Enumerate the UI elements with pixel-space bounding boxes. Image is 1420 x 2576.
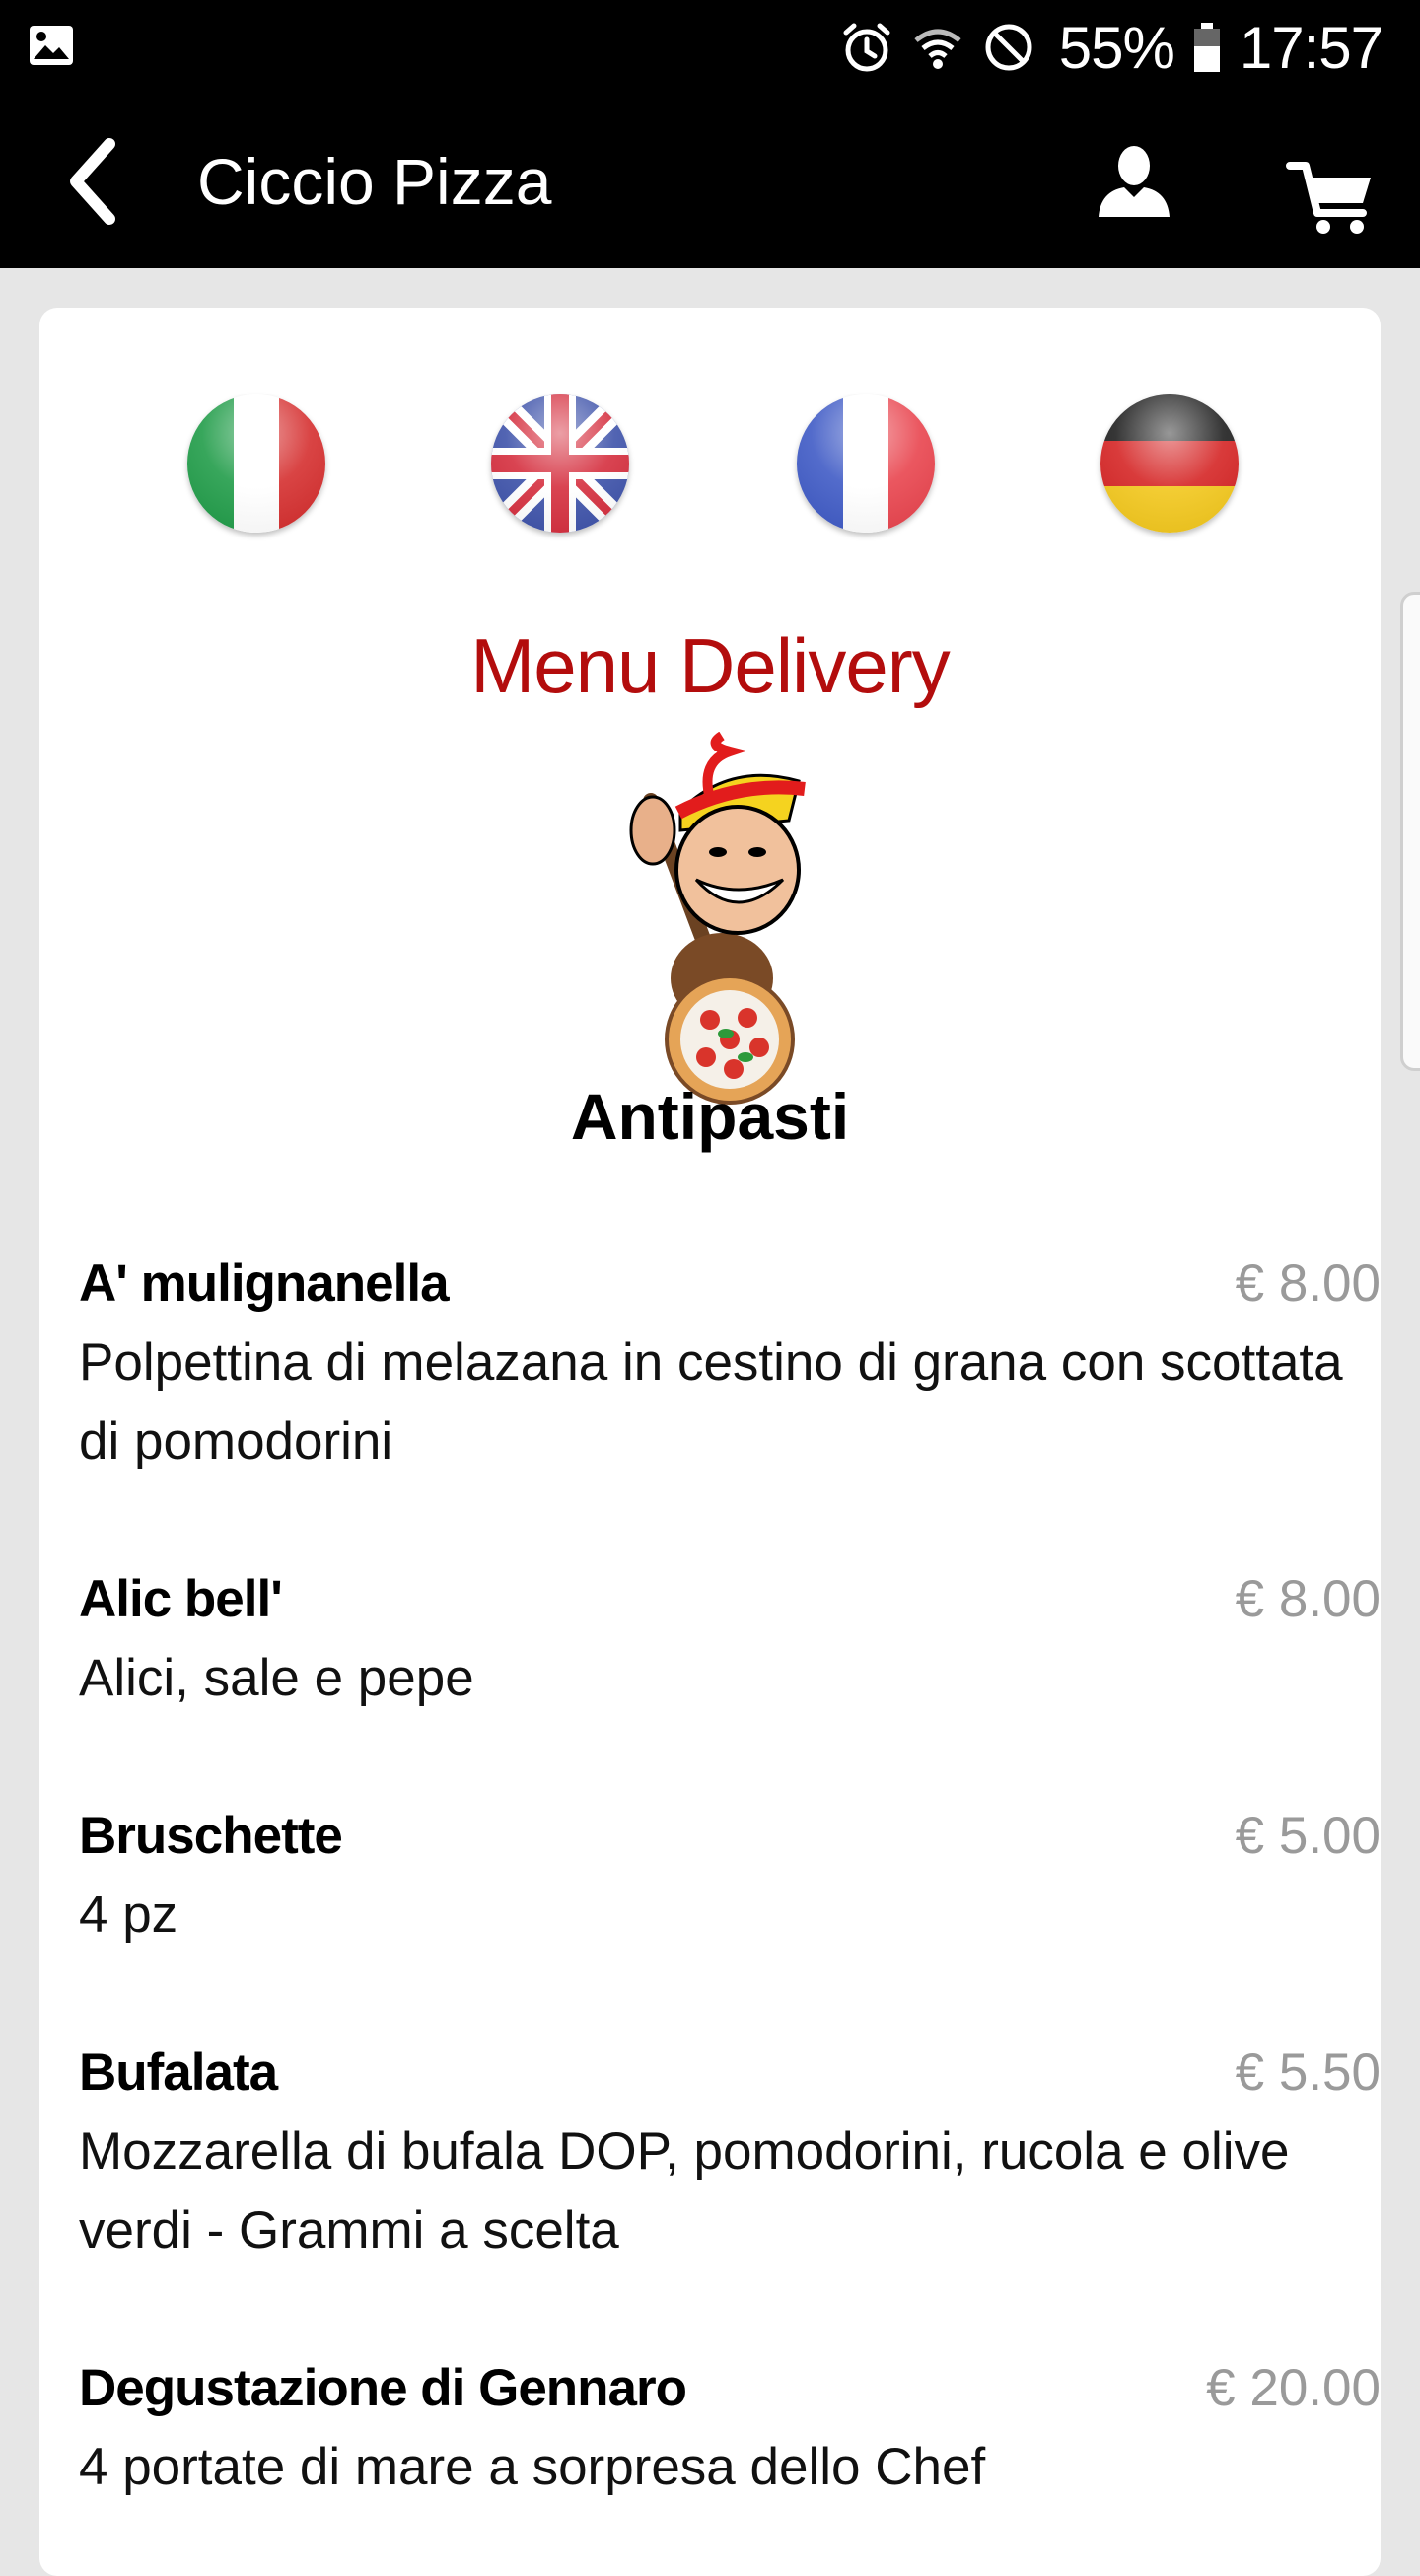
back-button[interactable] xyxy=(49,134,138,229)
item-description: Polpettina di melazana in cestino di gra… xyxy=(79,1333,1343,1470)
item-price: € 8.00 xyxy=(1235,1254,1381,1313)
scroll-handle[interactable] xyxy=(1400,592,1420,1071)
pizza-chef-logo xyxy=(611,731,848,1107)
menu-item[interactable]: Bruschette € 5.00 4 pz xyxy=(79,1797,1381,1955)
cart-button[interactable] xyxy=(1282,144,1381,239)
menu-item[interactable]: A' mulignanella € 8.00 Polpettina di mel… xyxy=(79,1245,1381,1481)
menu-title: Menu Delivery xyxy=(470,622,951,709)
item-name: Degustazione di Gennaro xyxy=(79,2359,687,2417)
menu-item[interactable]: Bufalata € 5.50 Mozzarella di bufala DOP… xyxy=(79,2034,1381,2270)
item-price: € 8.00 xyxy=(1235,1570,1381,1628)
back-arrow-icon xyxy=(70,138,115,225)
item-name: Bruschette xyxy=(79,1807,343,1865)
menu-card: Menu Delivery Antipasti A' mulignanella … xyxy=(39,308,1381,2576)
account-icon xyxy=(1099,146,1170,217)
account-button[interactable] xyxy=(1085,140,1183,223)
status-bar: 55% 17:57 xyxy=(0,0,1420,95)
item-price: € 5.00 xyxy=(1235,1807,1381,1865)
wifi-icon xyxy=(911,21,964,74)
item-description: Mozzarella di bufala DOP, pomodorini, ru… xyxy=(79,2122,1290,2259)
item-name: A' mulignanella xyxy=(79,1254,450,1313)
menu-item[interactable]: Alic bell' € 8.00 Alici, sale e pepe xyxy=(79,1560,1381,1718)
item-price: € 20.00 xyxy=(1206,2359,1381,2417)
item-name: Bufalata xyxy=(79,2043,278,2102)
item-price: € 5.50 xyxy=(1235,2043,1381,2102)
app-title: Ciccio Pizza xyxy=(197,145,552,218)
french-flag-button[interactable] xyxy=(797,394,935,533)
italian-flag-button[interactable] xyxy=(187,394,325,533)
gallery-icon xyxy=(28,22,75,69)
item-name: Alic bell' xyxy=(79,1570,283,1628)
alarm-icon xyxy=(840,21,893,74)
clock: 17:57 xyxy=(1239,14,1384,81)
category-title: Antipasti xyxy=(570,1080,850,1153)
item-description: 4 portate di mare a sorpresa dello Chef xyxy=(79,2438,986,2496)
menu-item[interactable]: Degustazione di Gennaro € 20.00 4 portat… xyxy=(79,2349,1381,2507)
german-flag-button[interactable] xyxy=(1100,394,1239,533)
item-description: 4 pz xyxy=(79,1886,178,1944)
item-description: Alici, sale e pepe xyxy=(79,1649,474,1707)
battery-icon xyxy=(1192,21,1222,74)
app-bar: Ciccio Pizza xyxy=(0,95,1420,268)
battery-percent: 55% xyxy=(1058,14,1175,81)
english-flag-button[interactable] xyxy=(491,394,629,533)
language-selector xyxy=(39,394,1381,533)
cart-icon xyxy=(1286,162,1371,234)
do-not-disturb-icon xyxy=(982,21,1035,74)
